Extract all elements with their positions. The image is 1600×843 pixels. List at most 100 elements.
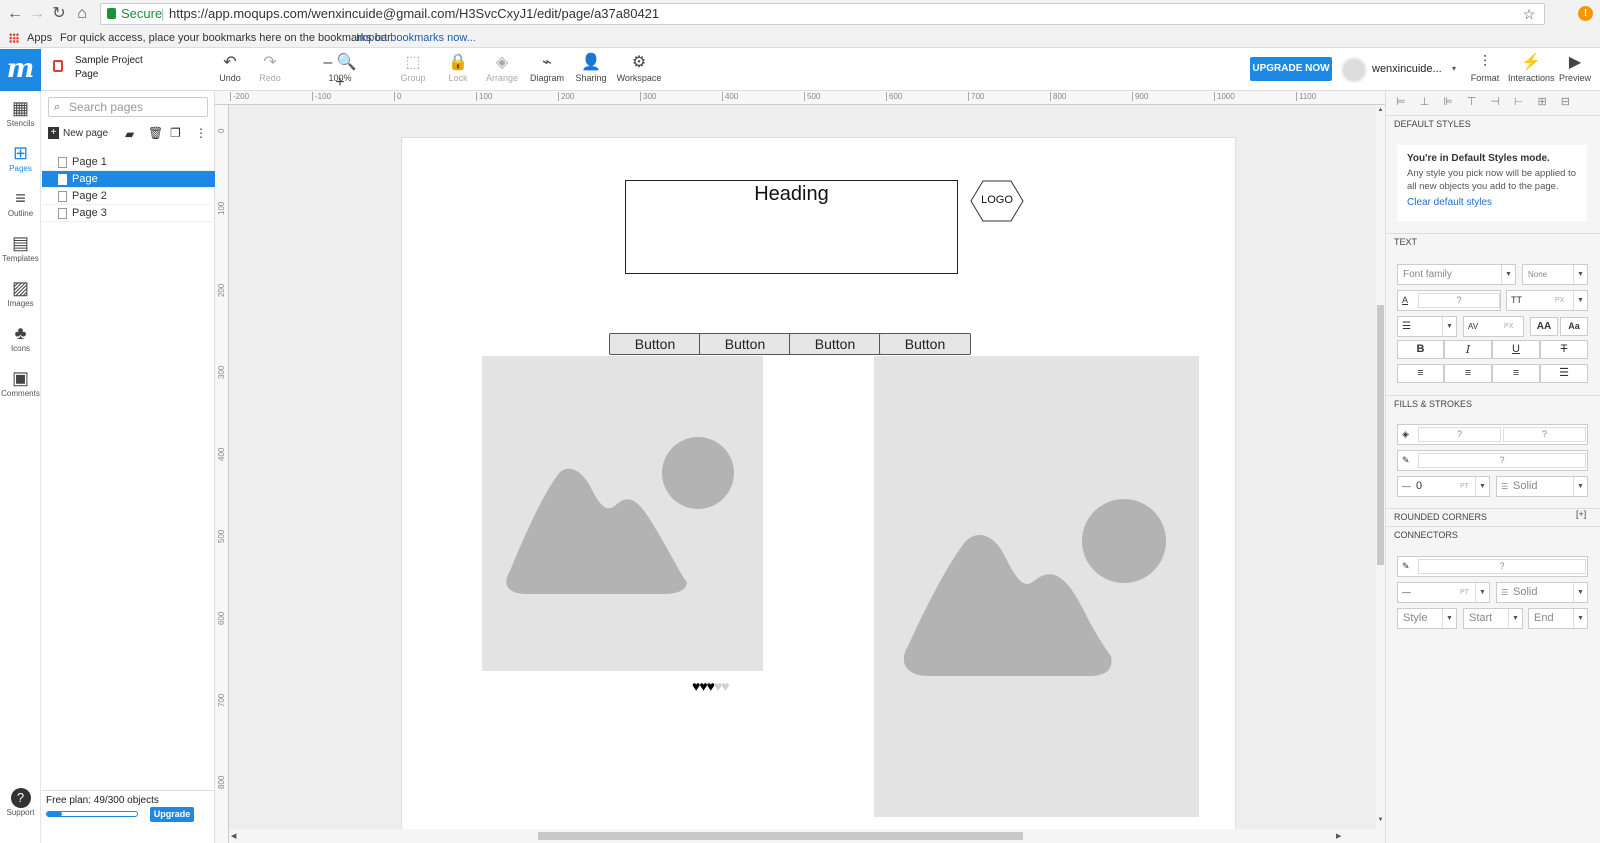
connector-end-select[interactable]: End ▼ [1528,608,1588,629]
new-folder-icon[interactable]: ▰ [125,127,134,141]
new-page-icon[interactable]: + [48,127,59,139]
capitalize-button[interactable]: Aa [1560,317,1588,336]
heading-box[interactable]: Heading [625,180,958,274]
heart-filled-icon[interactable]: ♥ [699,678,707,694]
connector-line-style-select[interactable]: Style ▼ [1397,608,1457,629]
rail-outline[interactable]: ≡ Outline [0,187,41,218]
horizontal-scroll-thumb[interactable] [538,832,1023,840]
align-left-button[interactable]: ≡ [1397,364,1444,383]
address-bar[interactable]: Secure | https://app.moqups.com/wenxincu… [100,3,1545,25]
project-name[interactable]: Sample Project [75,55,143,66]
new-page-button[interactable]: New page [63,128,108,139]
clear-default-styles-link[interactable]: Clear default styles [1407,197,1492,208]
wireframe-button-2[interactable]: Button [699,333,791,355]
url-text[interactable]: https://app.moqups.com/wenxincuide@gmail… [169,4,659,24]
redo-button[interactable]: ↷ Redo [247,53,293,83]
rail-comments[interactable]: ▣ Comments [0,367,41,398]
preview-button[interactable]: ▶ Preview [1552,53,1598,83]
stroke-width-field[interactable]: ‒‒ 0 PT ▼ [1397,476,1490,497]
connector-color-field[interactable]: ✎ ? [1397,556,1588,577]
workspace-button[interactable]: ⚙ Workspace [616,53,662,83]
lock-button[interactable]: 🔒 Lock [435,53,481,83]
sharing-button[interactable]: 👤 Sharing [568,53,614,83]
scroll-left-icon[interactable]: ◀ [231,832,236,840]
delete-icon[interactable]: 🗑 [148,126,163,140]
format-button[interactable]: ⫶ Format [1462,53,1508,83]
rail-pages[interactable]: ⊞ Pages [0,142,41,173]
stroke-color-field[interactable]: ✎ ? [1397,450,1588,471]
connector-style-select[interactable]: ☰ Solid ▼ [1496,582,1588,603]
apps-grid-icon[interactable] [9,33,19,43]
diagram-button[interactable]: ⌁ Diagram [524,53,570,83]
heart-empty-icon[interactable]: ♥ [721,678,729,694]
align-right-button[interactable]: ≡ [1492,364,1540,383]
connector-start-select[interactable]: Start ▼ [1463,608,1523,629]
user-menu-chevron-icon[interactable]: ▾ [1452,64,1456,73]
arrange-button[interactable]: ◈ Arrange [479,53,525,83]
reload-icon[interactable]: ↻ [50,5,68,23]
page-sheet[interactable]: Heading LOGO Button Button Button Button… [401,137,1236,829]
import-bookmarks-link[interactable]: Import bookmarks now... [356,28,476,48]
font-weight-select[interactable]: None ▼ [1522,264,1588,285]
canvas[interactable]: Heading LOGO Button Button Button Button… [229,105,1376,829]
rail-icons[interactable]: ♣ Icons [0,322,41,353]
forward-icon[interactable]: → [28,5,46,23]
username[interactable]: wenxincuide... [1372,63,1442,75]
page-item-2[interactable]: Page 2 [42,188,215,205]
star-icon[interactable]: ☆ [1520,5,1538,23]
interactions-button[interactable]: ⚡ Interactions [1508,53,1555,83]
vertical-scrollbar[interactable]: ▲ ▼ [1376,105,1385,829]
wireframe-button-4[interactable]: Button [879,333,971,355]
project-lock-icon[interactable] [53,60,63,72]
connector-width-field[interactable]: ‒‒ PT ▼ [1397,582,1490,603]
bold-button[interactable]: B [1397,340,1444,359]
back-icon[interactable]: ← [6,5,24,23]
search-pages-input[interactable]: ⌕ Search pages [48,97,208,117]
fill-color-field[interactable]: ◈ ? ? [1397,424,1588,445]
duplicate-icon[interactable]: ❐ [170,126,181,140]
font-size-field[interactable]: TT PX ▼ [1506,290,1588,311]
image-placeholder-2[interactable] [874,356,1199,817]
avatar[interactable] [1341,57,1367,83]
page-item-selected[interactable]: Page [42,171,215,188]
italic-button[interactable]: I [1444,340,1492,359]
wireframe-button-3[interactable]: Button [789,333,881,355]
text-color-field[interactable]: A ? [1397,290,1501,311]
vertical-scroll-thumb[interactable] [1377,305,1384,565]
rail-support[interactable]: ? Support [0,788,41,817]
rating-hearts[interactable]: ♥♥♥♥♥ [692,678,730,694]
align-center-button[interactable]: ≡ [1444,364,1492,383]
stroke-style-select[interactable]: ☰ Solid ▼ [1496,476,1588,497]
scroll-right-icon[interactable]: ▶ [1336,832,1341,840]
more-icon[interactable]: ⋮ [195,126,207,140]
scroll-down-icon[interactable]: ▼ [1376,817,1385,823]
alignment-toolbar[interactable]: ⊨⊥⊫⊤⊣⊢⊞⊟ [1386,91,1600,113]
scroll-up-icon[interactable]: ▲ [1376,107,1385,113]
align-justify-button[interactable]: ☰ [1540,364,1588,383]
zoom-control[interactable]: – 🔍 + 100% [317,53,363,91]
rail-templates[interactable]: ▤ Templates [0,232,41,263]
wireframe-button-1[interactable]: Button [609,333,701,355]
upgrade-button[interactable]: Upgrade [150,807,194,822]
font-family-select[interactable]: Font family ▼ [1397,264,1516,285]
page-item-3[interactable]: Page 3 [42,205,215,222]
apps-link[interactable]: Apps [27,28,52,48]
strikethrough-button[interactable]: T [1540,340,1588,359]
moqups-logo[interactable]: m [0,49,41,91]
rounded-corners-add[interactable]: [+] [1576,509,1586,519]
upgrade-now-button[interactable]: UPGRADE NOW [1250,57,1332,81]
alert-icon[interactable]: ! [1578,6,1593,21]
logo-shape[interactable]: LOGO [970,180,1024,222]
rail-images[interactable]: ▨ Images [0,277,41,308]
group-button[interactable]: ⬚ Group [390,53,436,83]
letter-spacing-field[interactable]: AV PX [1463,316,1524,337]
image-placeholder-1[interactable] [482,356,763,671]
home-icon[interactable]: ⌂ [73,5,91,23]
page-item-1[interactable]: Page 1 [42,154,215,171]
underline-button[interactable]: U [1492,340,1540,359]
line-height-field[interactable]: ☰ ▼ [1397,316,1457,337]
uppercase-button[interactable]: AA [1530,317,1558,336]
rail-stencils[interactable]: ▦ Stencils [0,97,41,128]
horizontal-scrollbar[interactable]: ◀ ▶ [229,829,1385,843]
heart-filled-icon[interactable]: ♥ [707,678,715,694]
